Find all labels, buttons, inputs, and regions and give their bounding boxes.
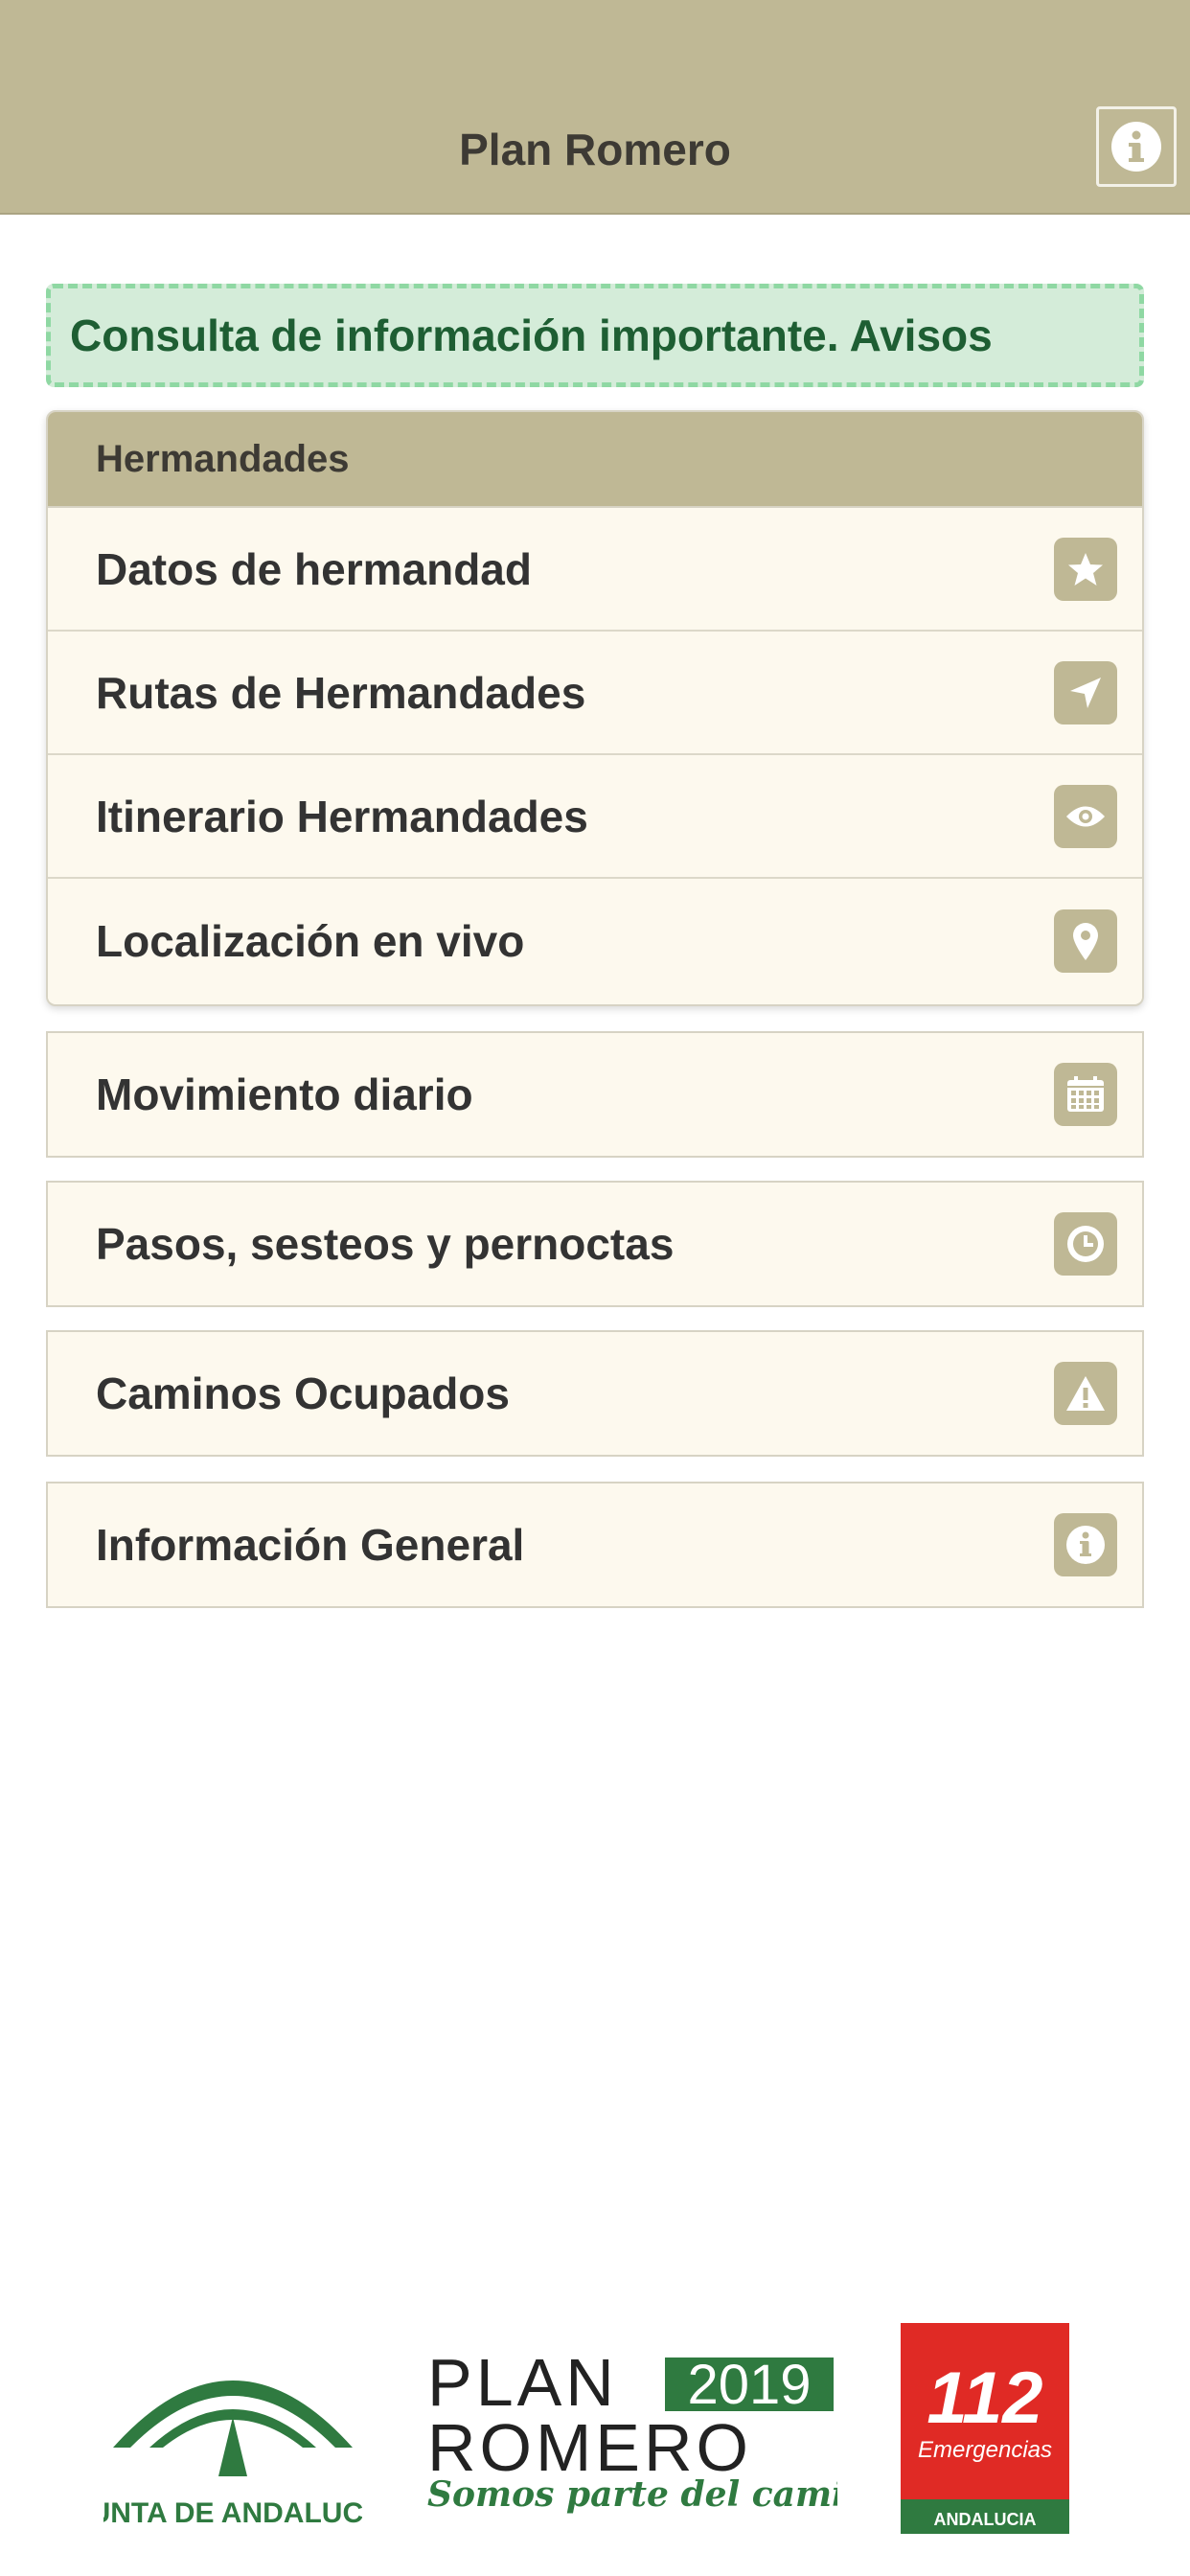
- page-title: Plan Romero: [459, 125, 731, 174]
- calendar-icon: [1054, 1063, 1117, 1126]
- menu-item-label: Itinerario Hermandades: [96, 791, 588, 841]
- hermandades-group: Hermandades Datos de hermandad Rutas de …: [46, 410, 1144, 1006]
- menu-item-itinerario-hermandades[interactable]: Itinerario Hermandades: [48, 755, 1142, 879]
- hermandades-group-header: Hermandades: [48, 412, 1142, 508]
- emergencias-112-logo: 112 Emergencias ANDALUCIA: [901, 2323, 1069, 2534]
- svg-text:PLAN: PLAN: [427, 2348, 618, 2420]
- navigation-arrow-icon: [1054, 660, 1117, 724]
- svg-text:Emergencias: Emergencias: [918, 2437, 1052, 2463]
- junta-de-andalucia-logo: JUNTA DE ANDALUCIA: [103, 2380, 362, 2529]
- menu-item-label: Localización en vivo: [96, 915, 525, 966]
- hermandades-group-title: Hermandades: [96, 437, 350, 480]
- warning-icon: [1054, 1362, 1117, 1425]
- svg-text:JUNTA DE ANDALUCIA: JUNTA DE ANDALUCIA: [103, 2497, 362, 2529]
- menu-item-caminos-ocupados[interactable]: Caminos Ocupados: [46, 1330, 1144, 1457]
- menu-item-rutas-hermandades[interactable]: Rutas de Hermandades: [48, 632, 1142, 755]
- notices-banner[interactable]: Consulta de información importante. Avis…: [46, 284, 1144, 387]
- map-pin-icon: [1054, 908, 1117, 973]
- plan-romero-2019-logo: PLAN 2019 ROMERO Somos parte del camino: [427, 2348, 837, 2515]
- info-icon: [1111, 122, 1161, 172]
- menu-item-label: Pasos, sesteos y pernoctas: [96, 1219, 675, 1269]
- menu-item-informacion-general[interactable]: Información General: [46, 1482, 1144, 1608]
- svg-text:ANDALUCIA: ANDALUCIA: [934, 2510, 1037, 2529]
- eye-icon: [1054, 784, 1117, 848]
- footer-logos: JUNTA DE ANDALUCIA PLAN 2019 ROMERO Somo…: [0, 2310, 1190, 2534]
- menu-item-label: Caminos Ocupados: [96, 1368, 510, 1418]
- svg-text:2019: 2019: [687, 2354, 811, 2416]
- info-button[interactable]: [1096, 106, 1177, 187]
- notices-banner-text: Consulta de información importante. Avis…: [70, 310, 993, 360]
- menu-item-localizacion-en-vivo[interactable]: Localización en vivo: [48, 879, 1142, 1002]
- menu-item-datos-hermandad[interactable]: Datos de hermandad: [48, 508, 1142, 632]
- clock-icon: [1054, 1212, 1117, 1276]
- menu-item-label: Rutas de Hermandades: [96, 667, 586, 718]
- star-icon: [1054, 537, 1117, 601]
- menu-item-pasos-sesteos-pernoctas[interactable]: Pasos, sesteos y pernoctas: [46, 1181, 1144, 1307]
- menu-item-label: Movimiento diario: [96, 1070, 473, 1119]
- app-header: Plan Romero: [0, 0, 1190, 215]
- menu-item-label: Datos de hermandad: [96, 543, 532, 594]
- svg-text:112: 112: [927, 2358, 1042, 2439]
- menu-item-movimiento-diario[interactable]: Movimiento diario: [46, 1031, 1144, 1158]
- svg-text:Somos parte del camino: Somos parte del camino: [427, 2474, 837, 2515]
- info-icon: [1054, 1513, 1117, 1576]
- menu-item-label: Información General: [96, 1520, 525, 1570]
